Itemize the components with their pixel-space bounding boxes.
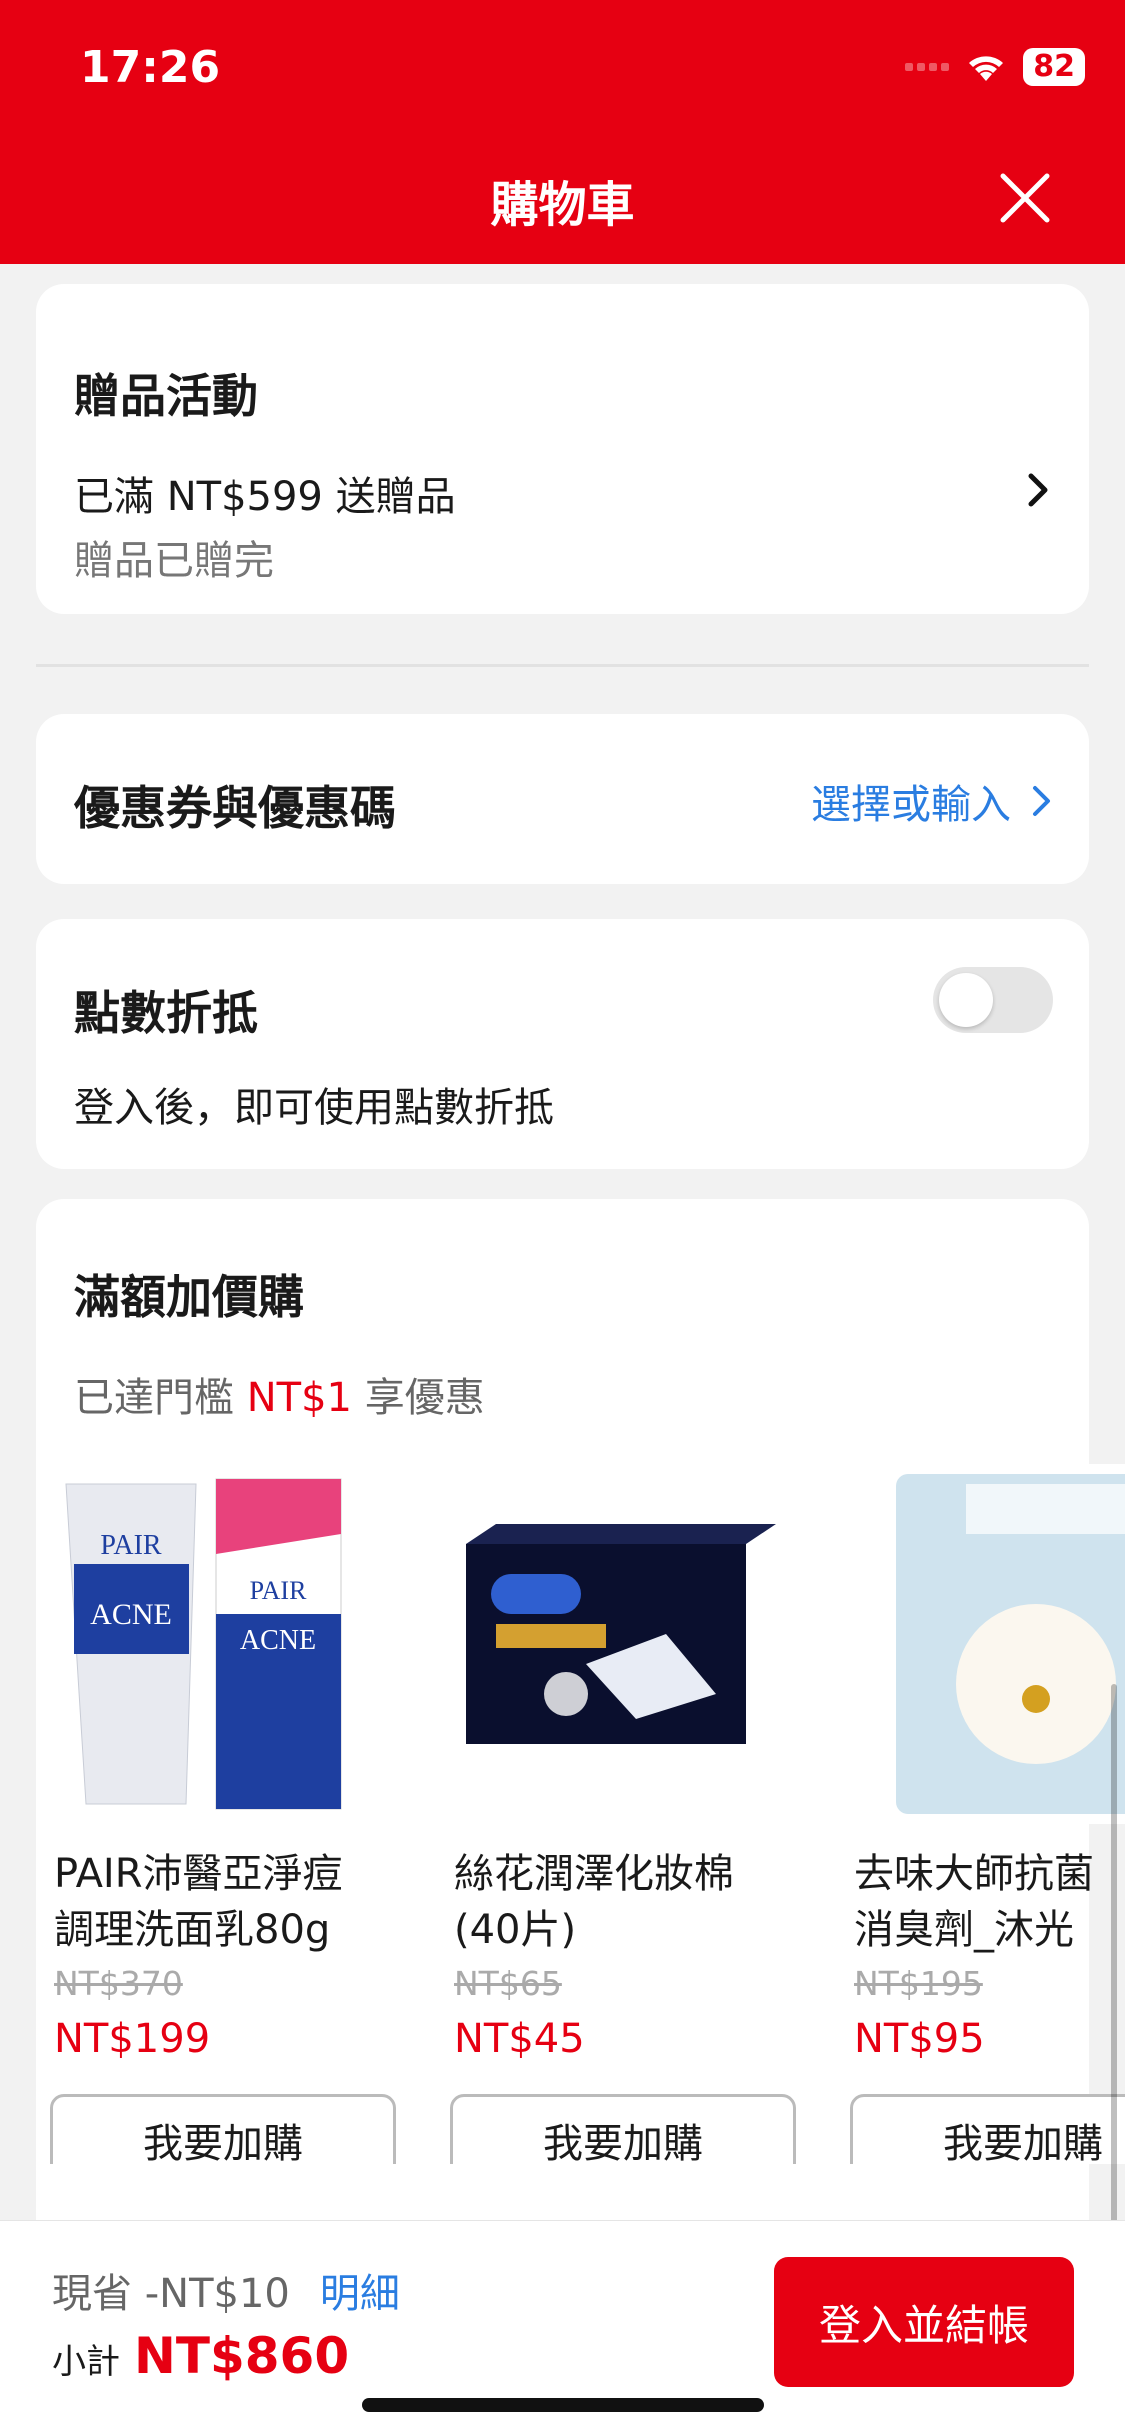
coupon-card[interactable]: 優惠券與優惠碼 選擇或輸入	[36, 714, 1089, 884]
status-icons: 82	[905, 48, 1085, 86]
home-indicator[interactable]	[362, 2398, 764, 2412]
points-description: 登入後，即可使用點數折抵	[74, 1085, 554, 1131]
toggle-knob	[939, 973, 993, 1027]
signal-icon	[905, 63, 950, 71]
svg-text:ACNE: ACNE	[90, 1598, 172, 1631]
chevron-right-icon	[1028, 473, 1048, 507]
coupon-action-label: 選擇或輸入	[811, 782, 1011, 828]
subtotal-label: 小計	[52, 2342, 120, 2382]
svg-text:PAIR: PAIR	[100, 1530, 162, 1561]
product-price: NT$199	[54, 2016, 211, 2062]
product-name: 絲花潤澤化妝棉 (40片)	[454, 1846, 814, 1958]
product-price: NT$95	[854, 2016, 985, 2062]
add-on-button[interactable]: 我要加購	[50, 2094, 396, 2164]
points-card: 點數折抵 登入後，即可使用點數折抵	[36, 919, 1089, 1169]
svg-text:ACNE: ACNE	[240, 1625, 316, 1656]
chevron-right-icon	[1033, 786, 1050, 816]
gift-title: 贈品活動	[74, 369, 258, 423]
page-title: 購物車	[490, 177, 635, 233]
scrollbar[interactable]	[1111, 1684, 1117, 2220]
product-image: PAIR ACNE PAIR ACNE	[36, 1464, 386, 1824]
points-toggle[interactable]	[933, 967, 1053, 1033]
addon-threshold-amount: NT$1	[246, 1375, 352, 1421]
product-price: NT$45	[454, 2016, 585, 2062]
gift-promo-card[interactable]: 贈品活動 已滿 NT$599 送贈品 贈品已贈完	[36, 284, 1089, 614]
svg-text:PAIR: PAIR	[250, 1576, 308, 1605]
section-divider	[36, 664, 1089, 667]
battery-indicator: 82	[1023, 48, 1085, 86]
savings-row: 現省 -NT$10 明細	[52, 2261, 400, 2319]
savings-amount: 現省 -NT$10	[52, 2271, 290, 2317]
addon-threshold: 已達門檻 NT$1 享優惠	[74, 1365, 485, 1423]
addon-threshold-suffix: 享優惠	[351, 1375, 485, 1421]
product-name-line1: 絲花潤澤化妝棉	[454, 1851, 734, 1897]
gift-status: 已滿 NT$599 送贈品	[74, 474, 456, 520]
coupon-title: 優惠券與優惠碼	[74, 781, 396, 835]
add-on-button[interactable]: 我要加購	[450, 2094, 796, 2164]
product-name: 去味大師抗菌 消臭劑_沐光	[854, 1846, 1125, 1958]
coupon-select-link[interactable]: 選擇或輸入	[811, 772, 1053, 830]
product-name-line2: 調理洗面乳80g	[54, 1907, 331, 1953]
product-name-line1: PAIR沛醫亞淨痘	[54, 1851, 343, 1897]
gift-note: 贈品已贈完	[74, 538, 274, 584]
status-time: 17:26	[80, 42, 221, 93]
product-image	[836, 1464, 1125, 1824]
addon-product-carousel[interactable]: PAIR ACNE PAIR ACNE PAIR沛醫亞淨痘 調理洗面乳80g NT…	[36, 1464, 1125, 2164]
subtotal-amount: NT$860	[134, 2327, 350, 2385]
product-original-price: NT$195	[854, 1964, 983, 2003]
product-image	[436, 1464, 786, 1824]
addon-title: 滿額加價購	[74, 1270, 304, 1324]
cart-content: 贈品活動 已滿 NT$599 送贈品 贈品已贈完 優惠券與優惠碼 選擇或輸入 點…	[0, 264, 1125, 2220]
header-bar: 17:26 82 購物車	[0, 0, 1125, 264]
wifi-icon	[969, 56, 1004, 81]
product-name: PAIR沛醫亞淨痘 調理洗面乳80g	[54, 1846, 414, 1958]
product-name-line2: 消臭劑_沐光	[854, 1907, 1074, 1953]
addon-threshold-prefix: 已達門檻	[74, 1375, 247, 1421]
product-name-line2: (40片)	[454, 1907, 577, 1953]
add-on-button[interactable]: 我要加購	[850, 2094, 1125, 2164]
login-checkout-button[interactable]: 登入並結帳	[774, 2257, 1074, 2387]
product-original-price: NT$370	[54, 1964, 183, 2003]
points-title: 點數折抵	[74, 986, 258, 1040]
product-name-line1: 去味大師抗菌	[854, 1851, 1094, 1897]
detail-link[interactable]: 明細	[320, 2261, 400, 2319]
close-icon[interactable]	[997, 170, 1053, 226]
subtotal-row: 小計 NT$860	[52, 2327, 349, 2385]
product-original-price: NT$65	[454, 1964, 562, 2003]
